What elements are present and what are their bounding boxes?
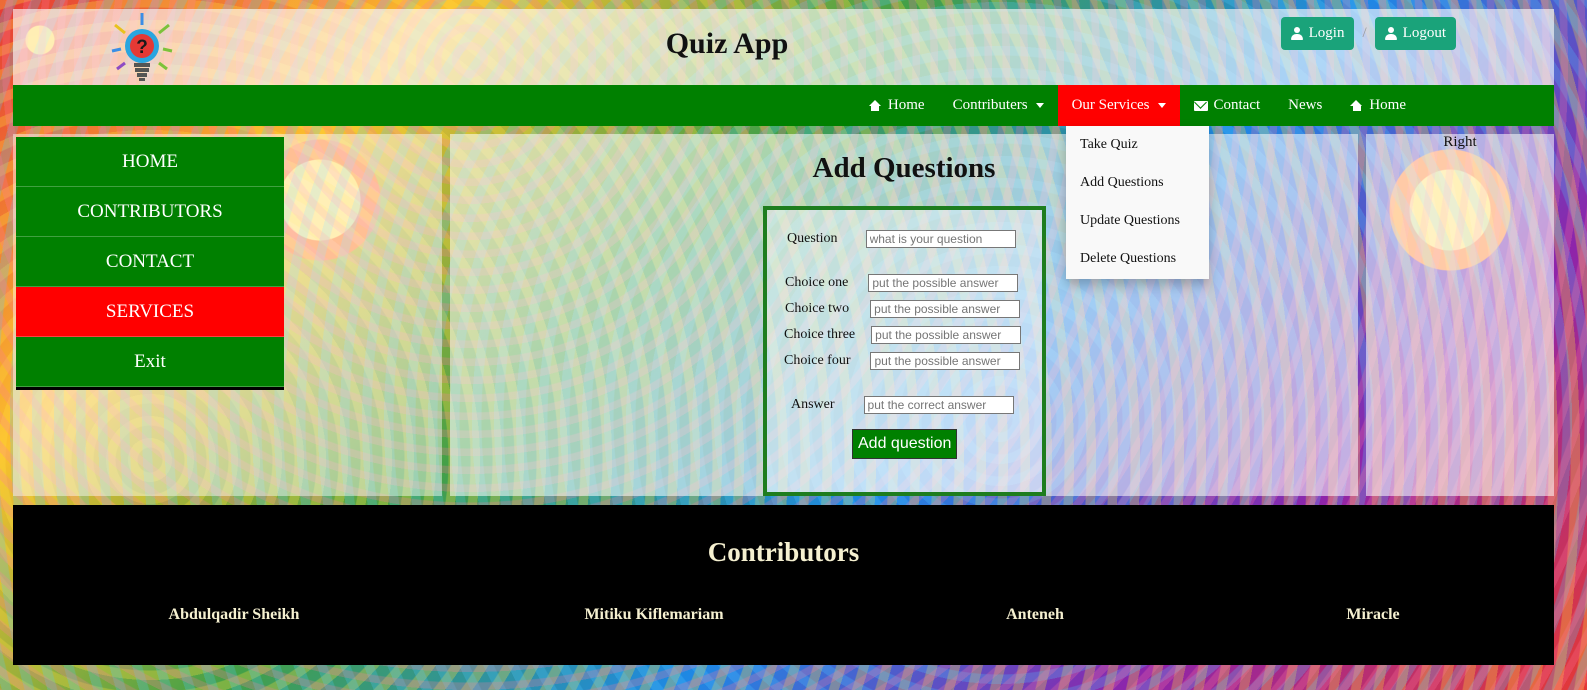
logout-button[interactable]: Logout — [1374, 17, 1456, 50]
right-column: Right — [1366, 134, 1554, 496]
nav-contributers-label: Contributers — [952, 97, 1028, 113]
choice-four-label: Choice four — [784, 353, 851, 368]
nav-home-2[interactable]: Home — [1336, 85, 1420, 126]
nav-our-services[interactable]: Our Services — [1057, 85, 1180, 126]
nav-our-services-label: Our Services — [1071, 97, 1150, 113]
nav-contact-label: Contact — [1213, 97, 1261, 113]
nav-contributers[interactable]: Contributers — [939, 85, 1058, 126]
answer-label: Answer — [791, 397, 835, 412]
footer-title: Contributors — [707, 537, 860, 567]
choice-three-input[interactable] — [871, 326, 1022, 344]
nav-items: Home Contributers Our Services Contact N… — [855, 85, 1420, 126]
choice-three-row: Choice three — [784, 326, 1022, 344]
sidebar-item-home[interactable]: HOME — [16, 137, 284, 187]
user-icon — [1384, 27, 1397, 40]
header: ? Quiz App Login / Logout — [13, 9, 1554, 85]
right-panel-label: Right — [1443, 134, 1477, 150]
choice-four-row: Choice four — [784, 352, 1021, 370]
caret-down-icon — [1035, 103, 1044, 108]
sidebar-item-exit[interactable]: Exit — [16, 337, 284, 387]
auth-buttons: Login / Logout — [1280, 17, 1456, 50]
dropdown-delete-questions[interactable]: Delete Questions — [1066, 240, 1209, 278]
contributor-name: Mitiku Kiflemariam — [584, 606, 724, 623]
choice-three-label: Choice three — [784, 327, 856, 342]
logout-label: Logout — [1402, 25, 1446, 41]
home-icon — [1350, 100, 1363, 111]
dropdown-add-questions[interactable]: Add Questions — [1066, 164, 1209, 202]
choice-two-row: Choice two — [785, 300, 1021, 318]
auth-separator: / — [1362, 25, 1367, 41]
nav-news[interactable]: News — [1274, 85, 1336, 126]
sidebar-item-contributors[interactable]: CONTRIBUTORS — [16, 187, 284, 237]
choice-one-input[interactable] — [868, 274, 1019, 292]
user-icon — [1290, 27, 1303, 40]
choice-one-label: Choice one — [785, 275, 849, 290]
contributor-name: Anteneh — [1006, 606, 1064, 623]
sidebar-item-services[interactable]: SERVICES — [16, 287, 284, 337]
footer: Contributors Abdulqadir Sheikh Mitiku Ki… — [13, 505, 1554, 665]
answer-row: Answer — [791, 396, 1014, 414]
login-button[interactable]: Login — [1280, 17, 1355, 50]
envelope-icon — [1193, 100, 1208, 111]
choice-two-label: Choice two — [785, 301, 850, 316]
nav-news-label: News — [1288, 97, 1323, 113]
dropdown-update-questions[interactable]: Update Questions — [1066, 202, 1209, 240]
dropdown-take-quiz[interactable]: Take Quiz — [1066, 126, 1209, 164]
answer-input[interactable] — [863, 396, 1014, 414]
nav-home-2-label: Home — [1369, 97, 1406, 113]
choice-four-input[interactable] — [870, 352, 1021, 370]
page-title: Add Questions — [812, 152, 996, 184]
sidebar-item-contact[interactable]: CONTACT — [16, 237, 284, 287]
nav-home-label: Home — [887, 97, 925, 113]
question-input[interactable] — [865, 230, 1016, 248]
contributor-name: Abdulqadir Sheikh — [168, 606, 300, 623]
caret-down-icon — [1157, 103, 1166, 108]
add-question-form: Question Choice one Choice two Choice th… — [763, 206, 1046, 496]
login-label: Login — [1308, 25, 1345, 41]
nav-contact[interactable]: Contact — [1180, 85, 1275, 126]
sidebar-menu: HOME CONTRIBUTORS CONTACT SERVICES Exit — [16, 137, 284, 390]
navbar: Home Contributers Our Services Contact N… — [13, 85, 1554, 126]
question-row: Question — [787, 230, 1016, 248]
choice-one-row: Choice one — [785, 274, 1019, 292]
home-icon — [868, 100, 882, 111]
choice-two-input[interactable] — [870, 300, 1021, 318]
contributor-name: Miracle — [1346, 606, 1400, 623]
add-question-button[interactable]: Add question — [852, 429, 958, 459]
nav-home[interactable]: Home — [855, 85, 939, 126]
services-dropdown: Take Quiz Add Questions Update Questions… — [1066, 126, 1209, 279]
app-title: Quiz App — [665, 27, 789, 60]
question-label: Question — [787, 231, 838, 246]
